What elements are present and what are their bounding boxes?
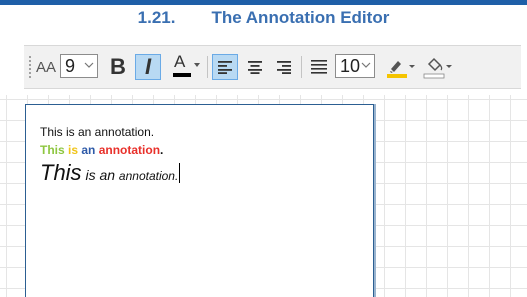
sized-word: is an [81, 167, 119, 183]
align-center-icon [248, 61, 262, 74]
bold-label: B [110, 54, 126, 79]
align-center-button[interactable] [242, 54, 268, 80]
line-spacing-value: 10 [340, 55, 361, 76]
colored-word: . [160, 143, 164, 157]
font-color-button[interactable]: A [170, 52, 204, 80]
line-spacing-select[interactable]: 10 [335, 54, 375, 78]
annotation-line-sized: This is an annotation. [40, 160, 181, 186]
dropdown-arrow-icon [194, 63, 200, 67]
font-size-select[interactable]: 9 [60, 54, 98, 78]
colored-word: annotation [98, 143, 161, 157]
font-size-value: 9 [65, 55, 76, 76]
align-right-icon [277, 61, 291, 74]
toolbar-grip[interactable] [28, 55, 32, 79]
font-color-swatch [173, 73, 191, 77]
line-spacing-icon [311, 60, 327, 74]
font-size-toggle-button[interactable]: AA [34, 54, 58, 80]
align-left-icon [218, 61, 232, 74]
font-color-label: A [174, 52, 186, 71]
colored-word: an [81, 143, 99, 157]
colored-word: is [64, 143, 82, 157]
bold-button[interactable]: B [106, 54, 130, 80]
toolbar-divider [207, 56, 208, 78]
text-caret [179, 163, 181, 183]
chevron-down-icon [84, 62, 94, 68]
line-spacing-button[interactable] [306, 54, 332, 80]
header-rule [0, 0, 527, 5]
section-number: 1.21. [137, 8, 176, 27]
italic-button[interactable]: I [135, 54, 161, 80]
fill-color-button[interactable] [421, 54, 455, 80]
sized-word: This [40, 160, 82, 185]
section-heading: 1.21. The Annotation Editor [0, 8, 527, 28]
colored-word: This [40, 143, 65, 157]
sized-word: annotation. [118, 169, 179, 183]
toolbar-divider [301, 56, 302, 78]
align-right-button[interactable] [271, 54, 297, 80]
highlight-color-button[interactable] [384, 54, 418, 80]
section-title: The Annotation Editor [211, 8, 390, 27]
align-left-button[interactable] [212, 54, 238, 80]
italic-label: I [144, 54, 152, 79]
annotation-line-plain: This is an annotation. [40, 125, 155, 139]
annotation-text-box[interactable]: This is an annotation. This is an annota… [25, 104, 374, 297]
annotation-toolbar: AA 9 B I A 10 [24, 45, 521, 89]
annotation-line-colored: This is an annotation. [40, 143, 163, 157]
paint-bucket-icon [423, 57, 452, 79]
font-size-toggle-label: AA [35, 58, 56, 76]
highlighter-icon [387, 61, 415, 78]
chevron-down-icon [361, 62, 371, 68]
